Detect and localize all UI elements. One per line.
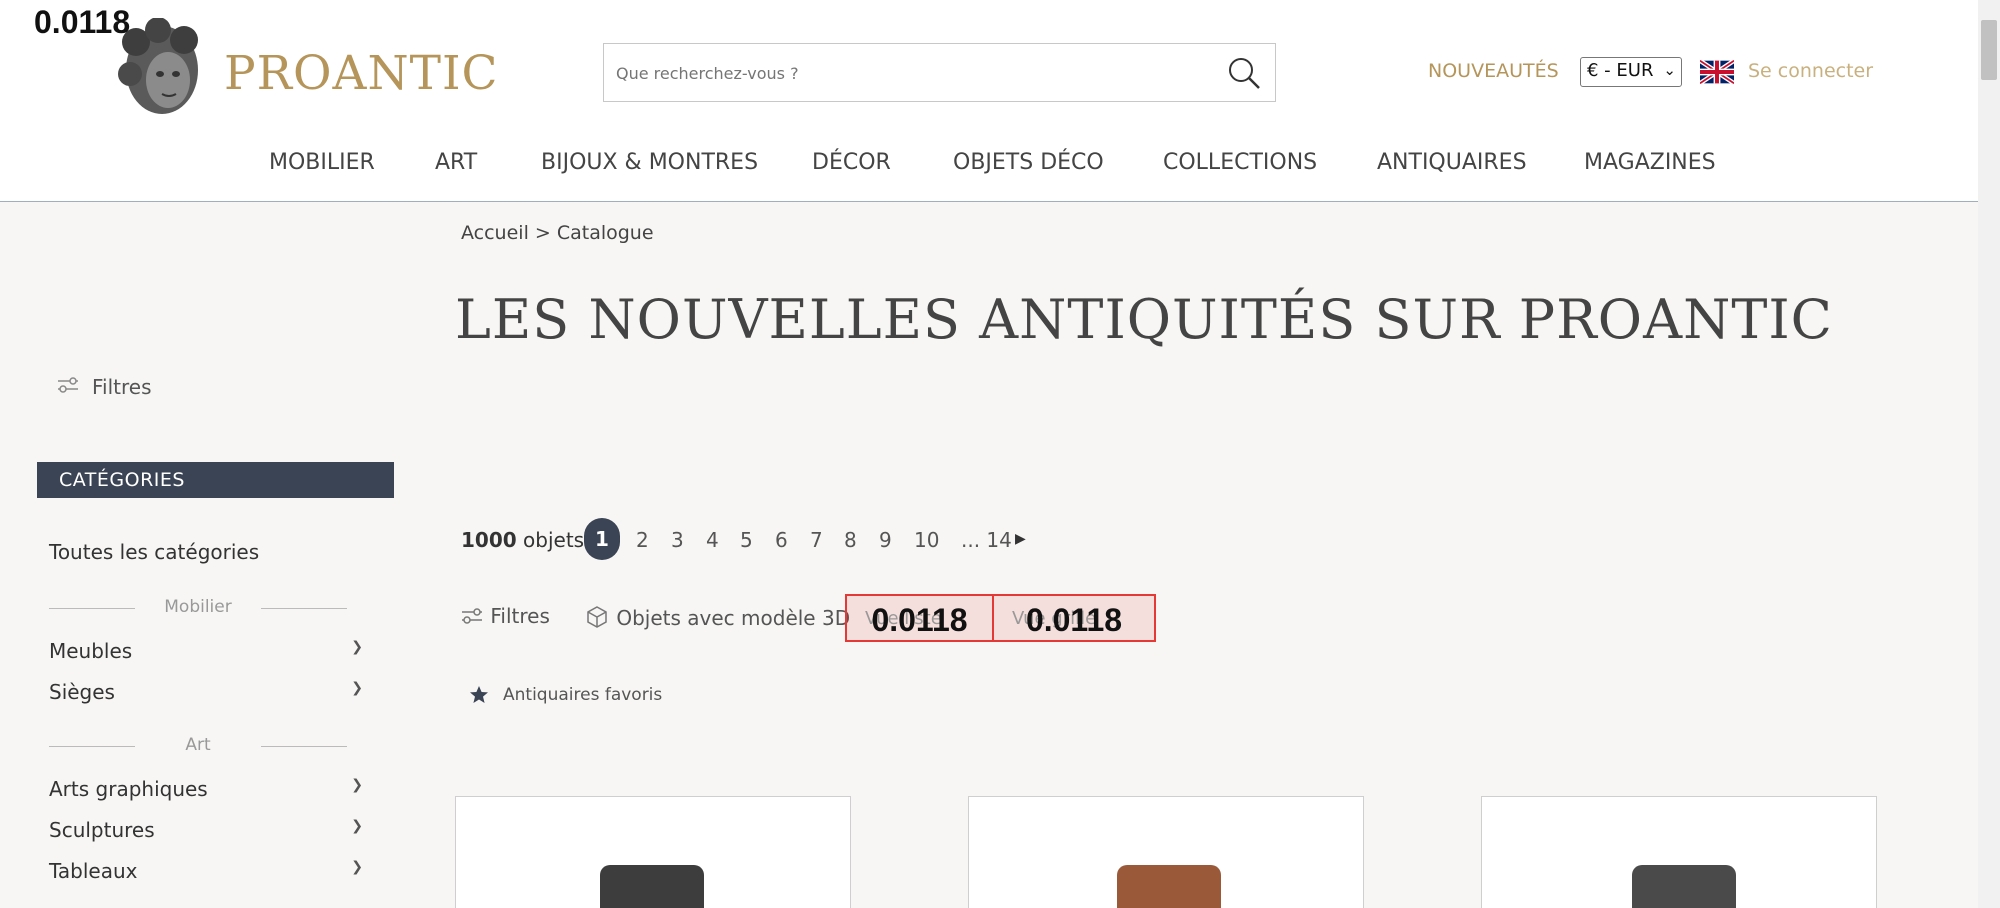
site-header: PROANTIC NOUVEAUTÉS € - EUR ⌄ Se connect… (0, 0, 1978, 202)
nav-item-magazines[interactable]: MAGAZINES (1584, 150, 1716, 175)
currency-value: € - EUR (1587, 60, 1654, 81)
uk-flag-icon[interactable] (1698, 58, 1736, 86)
search-icon[interactable] (1227, 56, 1261, 90)
sidebar-item-sieges[interactable]: Sièges ❯ (49, 680, 363, 704)
nouveautes-link[interactable]: NOUVEAUTÉS (1428, 60, 1559, 82)
chevron-down-icon: ❯ (351, 859, 363, 875)
nav-item-collections[interactable]: COLLECTIONS (1163, 150, 1317, 175)
page-5[interactable]: 5 (740, 528, 753, 552)
sidebar-item-label: Tableaux (49, 859, 138, 883)
cube-3d-icon (587, 606, 607, 628)
page-1[interactable]: 1 (584, 518, 620, 560)
nav-item-antiquaires[interactable]: ANTIQUAIRES (1377, 150, 1527, 175)
results-count-number: 1000 (461, 528, 517, 552)
search-box (603, 43, 1276, 102)
model-3d-toggle[interactable]: Objets avec modèle 3D (584, 604, 850, 630)
search-input[interactable] (616, 58, 1196, 88)
list-view-button[interactable]: Vue liste 0.0118 (845, 594, 994, 642)
filter-sliders-icon (58, 377, 78, 393)
product-card[interactable] (1481, 796, 1877, 908)
results-count-label: objets (523, 528, 585, 552)
chevron-down-icon: ❯ (351, 818, 363, 834)
sidebar-item-sculptures[interactable]: Sculptures ❯ (49, 818, 363, 842)
product-image (1117, 865, 1221, 908)
toolbar-filter-button[interactable]: Filtres (460, 604, 550, 628)
login-link[interactable]: Se connecter (1748, 60, 1873, 82)
sidebar-item-label: Sièges (49, 680, 115, 704)
sidebar-item-tableaux[interactable]: Tableaux ❯ (49, 859, 363, 883)
page-14[interactable]: ... 14 (961, 528, 1012, 552)
page-10[interactable]: 10 (914, 528, 939, 552)
list-view-score: 0.0118 (871, 602, 968, 638)
product-card[interactable] (455, 796, 851, 908)
favorite-dealers-label: Antiquaires favoris (503, 685, 663, 705)
caret-right-icon[interactable]: ▶ (1015, 531, 1026, 547)
page-3[interactable]: 3 (671, 528, 684, 552)
sidebar-item-label: Meubles (49, 639, 133, 663)
nav-item-bijoux-montres[interactable]: BIJOUX & MONTRES (541, 150, 758, 175)
page-2[interactable]: 2 (636, 528, 649, 552)
star-icon (470, 686, 488, 703)
sidebar-item-meubles[interactable]: Meubles ❯ (49, 639, 363, 663)
sidebar-item-all-categories[interactable]: Toutes les catégories (49, 540, 259, 564)
nav-item-objets-deco[interactable]: OBJETS DÉCO (953, 150, 1104, 175)
group-label-mobilier: Mobilier (49, 597, 347, 617)
nav-item-decor[interactable]: DÉCOR (812, 150, 891, 175)
sidebar-filter-label: Filtres (92, 375, 152, 399)
scrollbar-thumb[interactable] (1981, 20, 1997, 80)
grid-view-button[interactable]: Vue grille 0.0118 (992, 594, 1156, 642)
breadcrumb[interactable]: Accueil > Catalogue (461, 222, 654, 244)
overlay-badge: 0.0118 (34, 4, 131, 40)
sidebar-filter-button[interactable]: Filtres (56, 375, 152, 400)
page-4[interactable]: 4 (706, 528, 719, 552)
sidebar-item-arts-graphiques[interactable]: Arts graphiques ❯ (49, 777, 363, 801)
chevron-down-icon: ❯ (351, 639, 363, 655)
page-7[interactable]: 7 (810, 528, 823, 552)
toolbar-filter-label: Filtres (490, 604, 550, 628)
nav-item-mobilier[interactable]: MOBILIER (269, 150, 375, 175)
page-scrollbar[interactable] (1978, 0, 2000, 908)
page-6[interactable]: 6 (775, 528, 788, 552)
group-label-art: Art (49, 735, 347, 755)
sidebar-item-label: Arts graphiques (49, 777, 208, 801)
favorite-dealers-toggle[interactable]: Antiquaires favoris (469, 685, 662, 710)
page-8[interactable]: 8 (844, 528, 857, 552)
page-9[interactable]: 9 (879, 528, 892, 552)
chevron-down-icon: ❯ (351, 680, 363, 696)
nav-item-art[interactable]: ART (435, 150, 477, 175)
model-3d-label: Objets avec modèle 3D (616, 606, 851, 630)
product-card[interactable] (968, 796, 1364, 908)
chevron-down-icon: ❯ (351, 777, 363, 793)
sidebar-item-label: Sculptures (49, 818, 155, 842)
grid-view-score: 0.0118 (1025, 602, 1123, 638)
product-image (600, 865, 704, 908)
product-image (1632, 865, 1736, 908)
filter-sliders-icon (462, 608, 482, 624)
currency-select[interactable]: € - EUR ⌄ (1580, 57, 1682, 87)
page-title: LES NOUVELLES ANTIQUITÉS SUR PROANTIC (455, 288, 1833, 351)
chevron-down-icon: ⌄ (1663, 61, 1676, 79)
categories-header: CATÉGORIES (37, 462, 394, 498)
logo-text[interactable]: PROANTIC (224, 46, 499, 101)
results-count: 1000 objets (461, 528, 584, 552)
